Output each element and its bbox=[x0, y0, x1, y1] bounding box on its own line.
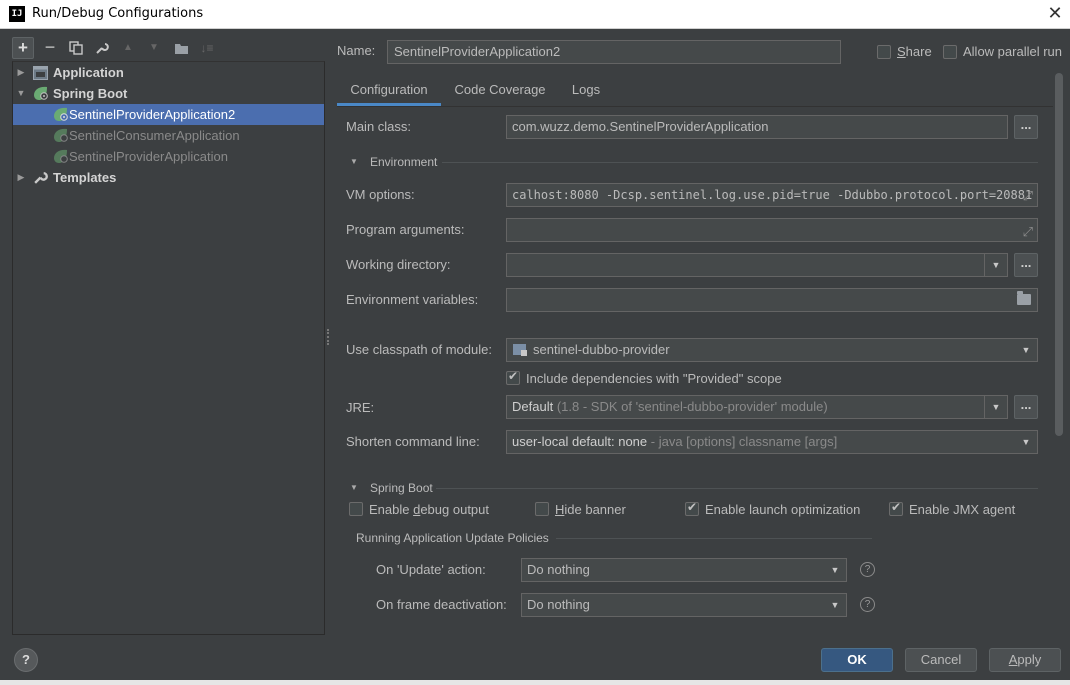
program-arguments-label: Program arguments: bbox=[346, 222, 465, 237]
chevron-down-icon[interactable]: ▼ bbox=[985, 254, 1007, 276]
wrench-icon[interactable] bbox=[91, 37, 113, 59]
include-dependencies-label: Include dependencies with "Provided" sco… bbox=[526, 371, 782, 386]
share-checkbox[interactable] bbox=[877, 45, 891, 59]
chevron-down-icon[interactable]: ▼ bbox=[824, 559, 846, 581]
help-button[interactable]: ? bbox=[14, 648, 38, 672]
name-input[interactable]: SentinelProviderApplication2 bbox=[387, 40, 841, 64]
sort-icon[interactable]: ↓≡ bbox=[196, 37, 218, 59]
move-up-icon[interactable]: ▲ bbox=[117, 37, 139, 59]
frame-deactivation-select[interactable]: Do nothing ▼ bbox=[521, 593, 847, 617]
collapse-arrow-icon: ▼ bbox=[350, 483, 358, 492]
spring-boot-icon bbox=[53, 128, 69, 143]
new-folder-icon[interactable] bbox=[170, 37, 192, 59]
main-class-input[interactable]: com.wuzz.demo.SentinelProviderApplicatio… bbox=[506, 115, 1008, 139]
spring-boot-icon bbox=[53, 149, 69, 164]
tab-code-coverage[interactable]: Code Coverage bbox=[447, 76, 553, 106]
tree-item-templates[interactable]: ▶ Templates bbox=[13, 167, 324, 188]
environment-variables-label: Environment variables: bbox=[346, 292, 479, 307]
configurations-toolbar: + − ▲ ▼ ↓≡ bbox=[12, 37, 324, 59]
window-bottom-edge bbox=[0, 680, 1070, 685]
shorten-command-line-select[interactable]: user-local default: none - java [options… bbox=[506, 430, 1038, 454]
program-arguments-input[interactable]: ⤢ bbox=[506, 218, 1038, 242]
spring-boot-icon bbox=[53, 107, 69, 122]
intellij-icon: IJ bbox=[9, 6, 25, 22]
tab-logs[interactable]: Logs bbox=[563, 76, 609, 106]
application-icon bbox=[33, 65, 49, 80]
enable-jmx-agent-label: Enable JMX agent bbox=[909, 502, 1016, 517]
shorten-command-line-label: Shorten command line: bbox=[346, 434, 480, 449]
expand-icon[interactable]: ⤢ bbox=[1023, 221, 1033, 241]
spring-boot-section[interactable]: ▼ Spring Boot bbox=[350, 480, 1038, 496]
environment-variables-input[interactable] bbox=[506, 288, 1038, 312]
chevron-down-icon[interactable]: ▼ bbox=[985, 396, 1007, 418]
enable-launch-optimization-checkbox[interactable] bbox=[685, 500, 699, 516]
frame-deactivation-label: On frame deactivation: bbox=[376, 597, 507, 612]
add-icon[interactable]: + bbox=[12, 37, 34, 59]
tree-item-config[interactable]: SentinelProviderApplication2 bbox=[13, 104, 324, 125]
vm-options-label: VM options: bbox=[346, 187, 415, 202]
divider bbox=[436, 488, 1038, 489]
module-icon bbox=[513, 344, 527, 356]
vertical-scrollbar[interactable] bbox=[1055, 73, 1063, 436]
enable-debug-output-label: Enable debug output bbox=[369, 502, 490, 517]
cancel-button[interactable]: Cancel bbox=[905, 648, 977, 672]
spring-boot-icon bbox=[33, 86, 49, 101]
jre-combo[interactable]: Default (1.8 - SDK of 'sentinel-dubbo-pr… bbox=[506, 395, 1008, 419]
tab-configuration[interactable]: Configuration bbox=[337, 76, 441, 106]
help-icon[interactable]: ? bbox=[860, 562, 875, 577]
hide-banner-label: Hide banner bbox=[555, 502, 626, 517]
main-class-browse-button[interactable]: ... bbox=[1014, 115, 1038, 139]
move-down-icon[interactable]: ▼ bbox=[143, 37, 165, 59]
collapse-arrow-icon[interactable]: ▼ bbox=[16, 83, 26, 104]
classpath-module-label: Use classpath of module: bbox=[346, 342, 492, 357]
include-dependencies-checkbox[interactable] bbox=[506, 369, 520, 385]
window-title: Run/Debug Configurations bbox=[32, 6, 204, 21]
working-directory-combo[interactable]: ▼ bbox=[506, 253, 1008, 277]
allow-parallel-checkbox[interactable] bbox=[943, 45, 957, 59]
collapse-arrow-icon: ▼ bbox=[350, 157, 358, 166]
share-label: Share bbox=[897, 44, 932, 59]
main-class-label: Main class: bbox=[346, 119, 412, 134]
apply-button[interactable]: Apply bbox=[989, 648, 1061, 672]
jre-label: JRE: bbox=[346, 400, 375, 415]
divider bbox=[556, 538, 872, 539]
hide-banner-checkbox[interactable] bbox=[535, 502, 549, 516]
ok-button[interactable]: OK bbox=[821, 648, 893, 672]
tree-item-config[interactable]: SentinelConsumerApplication bbox=[13, 125, 324, 146]
expand-icon[interactable]: ⤢ bbox=[1023, 186, 1033, 206]
expand-arrow-icon[interactable]: ▶ bbox=[16, 62, 26, 83]
remove-icon[interactable]: − bbox=[39, 37, 61, 59]
wrench-icon bbox=[33, 170, 49, 185]
tree-item-config[interactable]: SentinelProviderApplication bbox=[13, 146, 324, 167]
tree-item-application[interactable]: ▶ Application bbox=[13, 62, 324, 83]
name-label: Name: bbox=[337, 43, 376, 58]
tab-bar: Configuration Code Coverage Logs bbox=[337, 76, 1053, 107]
chevron-down-icon[interactable]: ▼ bbox=[824, 594, 846, 616]
allow-parallel-label: Allow parallel run bbox=[963, 44, 1062, 59]
jre-browse-button[interactable]: ... bbox=[1014, 395, 1038, 419]
vm-options-input[interactable]: calhost:8080 -Dcsp.sentinel.log.use.pid=… bbox=[506, 183, 1038, 207]
folder-icon[interactable] bbox=[1017, 291, 1031, 305]
title-bar: IJ Run/Debug Configurations ✕ bbox=[0, 0, 1070, 29]
enable-jmx-agent-checkbox[interactable] bbox=[889, 500, 903, 516]
enable-launch-optimization-label: Enable launch optimization bbox=[705, 502, 861, 517]
chevron-down-icon[interactable]: ▼ bbox=[1015, 339, 1037, 361]
divider bbox=[442, 162, 1038, 163]
working-directory-browse-button[interactable]: ... bbox=[1014, 253, 1038, 277]
expand-arrow-icon[interactable]: ▶ bbox=[16, 167, 26, 188]
environment-section[interactable]: ▼ Environment bbox=[350, 154, 1038, 170]
update-action-select[interactable]: Do nothing ▼ bbox=[521, 558, 847, 582]
splitter-handle[interactable] bbox=[327, 329, 330, 345]
close-icon[interactable]: ✕ bbox=[1040, 0, 1070, 29]
help-icon[interactable]: ? bbox=[860, 597, 875, 612]
enable-debug-output-checkbox[interactable] bbox=[349, 502, 363, 516]
copy-icon[interactable] bbox=[65, 37, 87, 59]
classpath-module-select[interactable]: sentinel-dubbo-provider ▼ bbox=[506, 338, 1038, 362]
update-policies-section: Running Application Update Policies bbox=[356, 530, 872, 546]
chevron-down-icon[interactable]: ▼ bbox=[1015, 431, 1037, 453]
configurations-tree: ▶ Application ▼ Spring Boot SentinelProv… bbox=[12, 61, 325, 635]
working-directory-label: Working directory: bbox=[346, 257, 451, 272]
tree-item-spring-boot[interactable]: ▼ Spring Boot bbox=[13, 83, 324, 104]
update-action-label: On 'Update' action: bbox=[376, 562, 486, 577]
